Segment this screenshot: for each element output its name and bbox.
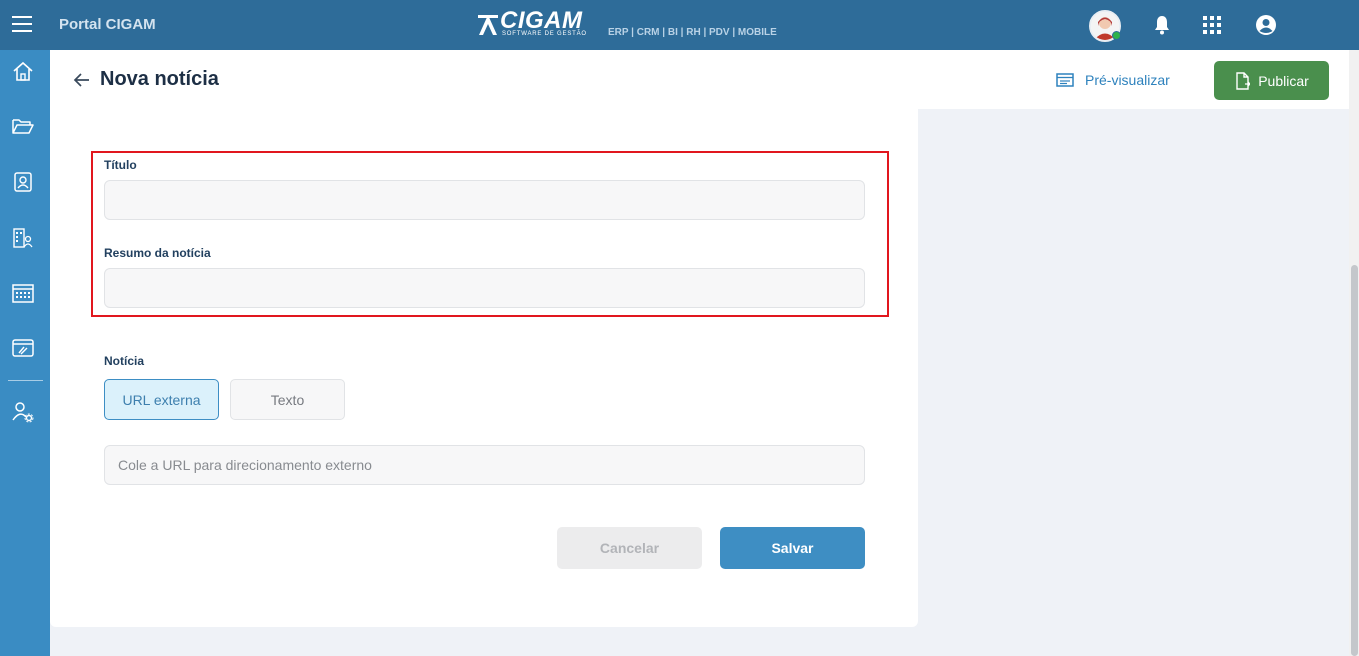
calendar-icon[interactable] (11, 281, 35, 305)
save-button[interactable]: Salvar (720, 527, 865, 569)
back-arrow-icon[interactable] (72, 70, 92, 90)
sidebar (0, 50, 50, 656)
summary-input[interactable] (104, 268, 865, 308)
segment-text[interactable]: Texto (230, 379, 345, 420)
tickets-icon[interactable] (11, 336, 35, 360)
logo-products: ERP | CRM | BI | RH | PDV | MOBILE (608, 27, 777, 38)
url-input[interactable]: Cole a URL para direcionamento externo (104, 445, 865, 485)
logo-subtitle: SOFTWARE DE GESTÃO (502, 31, 587, 37)
title-input[interactable] (104, 180, 865, 220)
publish-button[interactable]: Publicar (1214, 61, 1329, 100)
account-circle-icon[interactable] (1254, 13, 1278, 37)
org-people-icon[interactable] (11, 226, 35, 250)
title-label: Título (104, 158, 137, 172)
page-title: Nova notícia (100, 68, 219, 90)
preview-label: Pré-visualizar (1085, 72, 1170, 88)
summary-label: Resumo da notícia (104, 246, 211, 260)
cancel-button[interactable]: Cancelar (557, 527, 702, 569)
logo-name: CIGAM (500, 7, 583, 34)
scrollbar-thumb[interactable] (1351, 265, 1358, 656)
user-settings-icon[interactable] (11, 400, 35, 424)
publish-document-icon (1236, 71, 1251, 90)
cigam-logo-mark-icon (478, 15, 498, 35)
portal-title[interactable]: Portal CIGAM (59, 16, 156, 33)
bell-icon[interactable] (1150, 13, 1174, 37)
menu-icon[interactable] (12, 16, 32, 32)
apps-grid-icon[interactable] (1200, 13, 1224, 37)
home-icon[interactable] (11, 60, 35, 84)
sidebar-divider (8, 380, 43, 381)
online-status-dot (1112, 31, 1121, 40)
folder-open-icon[interactable] (11, 114, 35, 138)
publish-label: Publicar (1258, 72, 1309, 89)
contact-card-icon[interactable] (11, 170, 35, 194)
top-bar: Portal CIGAM CIGAM SOFTWARE DE GESTÃO ER… (0, 0, 1359, 50)
segment-external-url[interactable]: URL externa (104, 379, 219, 420)
url-placeholder: Cole a URL para direcionamento externo (118, 457, 372, 473)
news-label: Notícia (104, 354, 145, 368)
preview-icon (1056, 73, 1074, 87)
preview-button[interactable]: Pré-visualizar (1055, 66, 1170, 94)
